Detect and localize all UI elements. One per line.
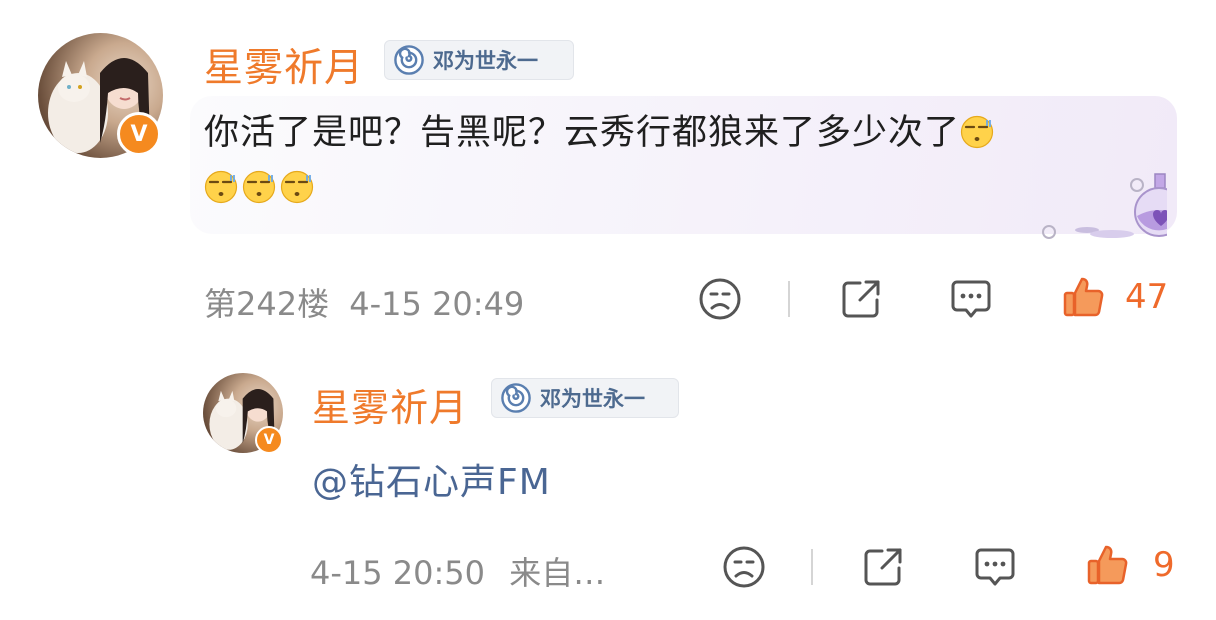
verified-badge-icon: V <box>255 426 283 454</box>
lollipop-icon <box>393 44 425 76</box>
comment-icon[interactable] <box>972 544 1018 590</box>
share-icon[interactable] <box>838 276 884 322</box>
reply-source: 来自… <box>509 554 606 592</box>
sad-face-icon[interactable] <box>721 544 767 590</box>
thumbs-up-icon <box>1085 542 1131 588</box>
action-divider <box>811 549 813 585</box>
sad-face-icon[interactable] <box>697 276 743 322</box>
floor-number: 第242楼 <box>204 285 330 323</box>
like-count: 47 <box>1125 277 1169 317</box>
share-icon[interactable] <box>860 544 906 590</box>
fan-badge[interactable]: 邓为世永一 <box>384 40 574 80</box>
username[interactable]: 星雾祈月 <box>204 37 364 93</box>
comment-bubble[interactable]: 你活了是吧？告黑呢？云秀行都狼来了多少次了 <box>190 96 1177 239</box>
action-divider <box>788 281 790 317</box>
fan-badge-text: 邓为世永一 <box>433 49 538 73</box>
comment-text: 你活了是吧？告黑呢？云秀行都狼来了多少次了 <box>204 106 1154 216</box>
thumbs-up-icon <box>1061 274 1107 320</box>
reply-username[interactable]: 星雾祈月 <box>312 377 468 432</box>
fan-badge-text: 邓为世永一 <box>540 387 645 411</box>
reply-like-button[interactable]: 9 <box>1085 542 1175 588</box>
comment-text-content: 你活了是吧？告黑呢？云秀行都狼来了多少次了 <box>204 113 961 153</box>
sweat-emoji-icon <box>242 170 276 204</box>
reply-card: V 星雾祈月 邓为世永一 @钻石心声FM 4-15 20:50 来自… 9 <box>0 350 1216 620</box>
like-button[interactable]: 47 <box>1061 274 1168 320</box>
reply-fan-badge[interactable]: 邓为世永一 <box>491 378 679 418</box>
sweat-emoji-icon <box>280 170 314 204</box>
comment-card: V 星雾祈月 邓为世永一 你活了是吧？告黑呢？云秀行都狼来了多少次了 第242楼… <box>0 0 1216 350</box>
potion-decoration-icon <box>1042 173 1167 239</box>
sweat-emoji-icon <box>204 170 238 204</box>
reply-like-count: 9 <box>1153 545 1175 585</box>
comment-meta: 第242楼 4-15 20:49 <box>204 279 524 325</box>
reply-meta: 4-15 20:50 来自… <box>310 548 605 594</box>
timestamp: 4-15 20:49 <box>349 285 525 323</box>
comment-icon[interactable] <box>948 276 994 322</box>
lollipop-icon <box>500 382 532 414</box>
sweat-emoji-icon <box>960 115 994 149</box>
reply-text[interactable]: @钻石心声FM <box>312 453 551 505</box>
reply-timestamp: 4-15 20:50 <box>310 554 486 592</box>
verified-badge-icon: V <box>117 112 161 156</box>
